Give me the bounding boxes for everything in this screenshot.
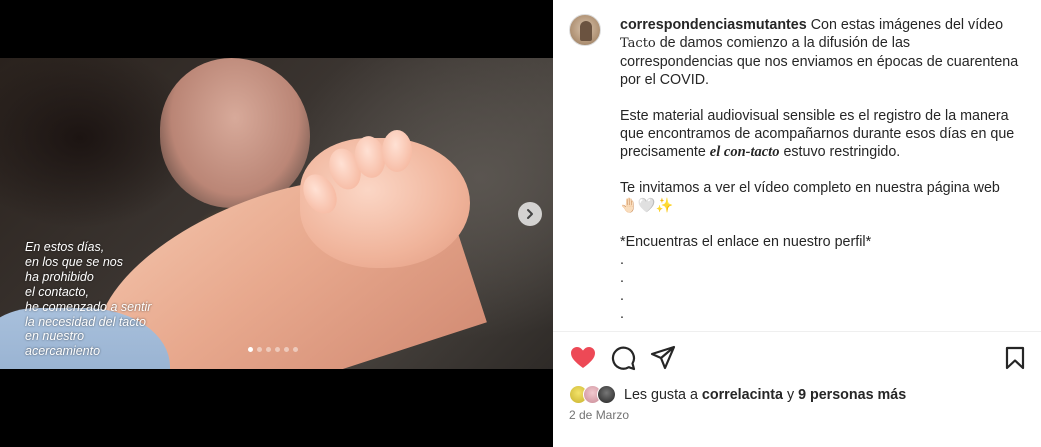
dot-line: . [620, 288, 624, 304]
caption-comment: correspondenciasmutantes Con estas imáge… [569, 14, 1029, 332]
likes-summary: Les gusta a correlacinta y 9 personas má… [569, 385, 906, 405]
caption-paragraph: *Encuentras el enlace en nuestro perfil* [620, 234, 872, 250]
caption-text-span: Con estas imágenes del vídeo [806, 17, 1004, 33]
finger [382, 130, 412, 172]
liker-username-link[interactable]: correlacinta [702, 387, 783, 403]
carousel-dot [257, 347, 262, 352]
liker-avatars[interactable] [569, 385, 621, 405]
heart-icon [571, 347, 595, 368]
post-media: En estos días, en los que se nos ha proh… [0, 0, 553, 447]
caption-paragraph: correspondenciasmutantes Con estas imáge… [620, 16, 1025, 89]
carousel-indicator [248, 347, 298, 352]
carousel-dot [284, 347, 289, 352]
video-title: Tacto [620, 36, 656, 51]
action-bar [569, 344, 1027, 372]
share-button[interactable] [649, 344, 677, 372]
likes-prefix: Les gusta a [624, 387, 702, 403]
emoji-line: 🤚🏻🤍✨ [620, 198, 674, 214]
caption-text: correspondenciasmutantes Con estas imáge… [620, 16, 1025, 323]
avatar [597, 385, 616, 404]
chevron-right-icon [527, 209, 533, 219]
carousel-dot [248, 347, 253, 352]
post-date[interactable]: 2 de Marzo [569, 408, 629, 422]
share-icon [650, 345, 676, 370]
emphasis-text: el con-tacto [709, 144, 780, 160]
save-button[interactable] [1001, 344, 1029, 372]
post-panel: correspondenciasmutantes Con estas imáge… [553, 0, 1041, 447]
caption-text-span: de damos comienzo a la difusión de las c… [620, 35, 1019, 88]
divider [553, 331, 1041, 332]
carousel-dot [275, 347, 280, 352]
bookmark-icon [1005, 346, 1025, 370]
carousel-dot [293, 347, 298, 352]
comment-button[interactable] [609, 344, 637, 372]
caption-text-span: estuvo restringido. [779, 144, 901, 160]
others-likes-link[interactable]: 9 personas más [798, 387, 906, 403]
username-link[interactable]: correspondenciasmutantes [620, 17, 807, 33]
dot-line: . [620, 252, 624, 268]
post-photo[interactable]: En estos días, en los que se nos ha proh… [0, 58, 553, 369]
caption-paragraph: Este material audiovisual sensible es el… [620, 107, 1025, 161]
dot-line: . [620, 270, 624, 286]
like-button[interactable] [569, 344, 597, 372]
avatar[interactable] [569, 14, 601, 46]
likes-text: Les gusta a correlacinta y 9 personas má… [624, 387, 906, 403]
caption-paragraph: Te invitamos a ver el vídeo completo en … [620, 180, 1000, 196]
video-caption: En estos días, en los que se nos ha proh… [25, 240, 152, 359]
carousel-dot [266, 347, 271, 352]
comment-icon [611, 346, 636, 371]
likes-connector: y [782, 387, 799, 403]
background-hand [160, 58, 310, 208]
carousel-next-button[interactable] [518, 202, 542, 226]
dot-line: . [620, 306, 624, 322]
